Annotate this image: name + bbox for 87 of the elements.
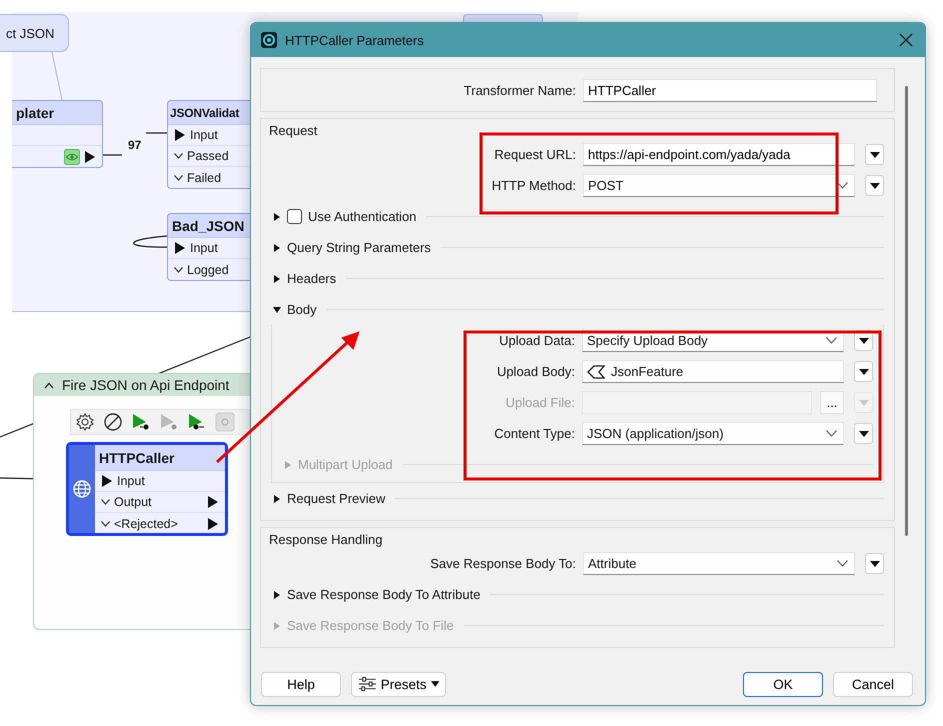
port-label: Input xyxy=(190,241,218,255)
chevron-down-icon xyxy=(837,182,848,189)
ok-button[interactable]: OK xyxy=(743,672,823,696)
menu-button[interactable] xyxy=(865,144,884,165)
dropdown[interactable]: POST xyxy=(583,174,855,197)
help-button[interactable]: Help xyxy=(261,672,341,696)
menu-button[interactable] xyxy=(854,423,873,444)
attribute-tag-icon xyxy=(587,364,605,378)
field-label: HTTP Method: xyxy=(490,178,576,193)
port-label: Output xyxy=(114,495,152,509)
run-icon[interactable] xyxy=(187,412,207,432)
menu-button[interactable] xyxy=(865,175,884,196)
section-toggle[interactable]: Headers xyxy=(287,271,336,286)
group-title: Request xyxy=(268,123,318,139)
caret-icon xyxy=(430,681,439,687)
cancel-button[interactable]: Cancel xyxy=(833,672,913,696)
port-row[interactable]: Output xyxy=(95,492,225,513)
section-toggle[interactable]: Query String Parameters xyxy=(287,240,431,255)
port-row[interactable]: Input xyxy=(95,471,225,492)
presets-button[interactable]: Presets xyxy=(351,672,446,696)
node-title: HTTPCaller xyxy=(95,445,225,471)
chevron-down-icon xyxy=(174,174,183,180)
triangle-down-icon[interactable] xyxy=(273,306,281,314)
disable-icon[interactable] xyxy=(103,412,123,432)
field-label: Content Type: xyxy=(493,426,575,441)
port-label: Input xyxy=(190,128,218,142)
chevron-up-icon[interactable] xyxy=(44,382,54,388)
triangle-right-icon[interactable] xyxy=(273,590,281,598)
triangle-down-icon xyxy=(870,182,880,188)
port-label: Logged xyxy=(187,262,229,276)
chevron-down-icon xyxy=(826,430,837,437)
port-label: Failed xyxy=(187,170,222,184)
triangle-right-icon[interactable] xyxy=(273,494,281,502)
node-title: plater xyxy=(12,101,102,125)
chevron-down-icon xyxy=(174,153,183,159)
section-toggle[interactable]: Body xyxy=(287,302,317,317)
window-title: HTTPCaller Parameters xyxy=(285,32,424,48)
close-icon[interactable] xyxy=(899,33,913,47)
field-label: Upload Data: xyxy=(498,333,575,348)
triangle-right-icon[interactable] xyxy=(273,212,281,220)
app-icon xyxy=(261,32,277,48)
port-label: <Rejected> xyxy=(114,516,178,530)
field-label: Save Response Body To: xyxy=(429,556,576,571)
feature-count: 97 xyxy=(128,138,142,152)
menu-button[interactable] xyxy=(865,553,884,574)
chevron-down-icon xyxy=(826,337,837,344)
field-label: Request URL: xyxy=(493,147,576,162)
triangle-down-icon xyxy=(858,368,868,374)
transformer-node[interactable]: plater xyxy=(12,100,103,168)
menu-button[interactable] xyxy=(854,361,873,382)
sliders-icon xyxy=(358,676,377,692)
run-icon[interactable] xyxy=(131,412,151,432)
triangle-right-icon[interactable] xyxy=(273,244,281,252)
eye-icon[interactable] xyxy=(64,148,80,164)
section-toggle[interactable]: Save Response Body To Attribute xyxy=(287,587,480,602)
text-field[interactable]: HTTPCaller xyxy=(583,78,877,102)
checkbox[interactable] xyxy=(287,209,302,224)
field-label: Upload Body: xyxy=(496,364,575,379)
chevron-down-icon xyxy=(174,266,183,272)
scrollbar-thumb[interactable] xyxy=(905,86,908,536)
triangle-down-icon xyxy=(858,400,868,406)
dropdown[interactable]: Attribute xyxy=(583,552,855,575)
section-toggle[interactable]: Use Authentication xyxy=(308,209,416,224)
attribute-field[interactable]: JsonFeature xyxy=(582,360,844,383)
port-label: Passed xyxy=(187,149,229,163)
triangle-down-icon xyxy=(858,430,868,436)
triangle-down-icon xyxy=(870,152,880,158)
globe-icon xyxy=(72,479,92,499)
settings-icon[interactable] xyxy=(75,412,95,432)
section-toggle[interactable]: Request Preview xyxy=(287,491,386,506)
chevron-down-icon xyxy=(837,560,848,567)
port-row[interactable]: <Rejected> xyxy=(95,513,225,533)
chevron-down-icon xyxy=(101,520,110,526)
field-label: Transformer Name: xyxy=(462,82,576,98)
port-label: Input xyxy=(117,474,145,488)
chevron-down-icon xyxy=(101,499,110,505)
triangle-down-icon xyxy=(858,338,868,344)
bookmark-title: Fire JSON on Api Endpoint xyxy=(62,377,230,393)
transformer-node[interactable]: HTTPCaller Input Output <Rejected> xyxy=(66,442,228,536)
triangle-down-icon xyxy=(870,560,880,566)
connector-line xyxy=(133,235,168,248)
field-label: Upload File: xyxy=(504,395,575,410)
text-field[interactable]: https://api-endpoint.com/yada/yada xyxy=(583,143,855,166)
annotation-text: ct JSON xyxy=(6,26,54,40)
dropdown[interactable]: JSON (application/json) xyxy=(582,422,844,445)
group-title: Response Handling xyxy=(268,532,384,548)
triangle-right-icon[interactable] xyxy=(273,274,281,282)
